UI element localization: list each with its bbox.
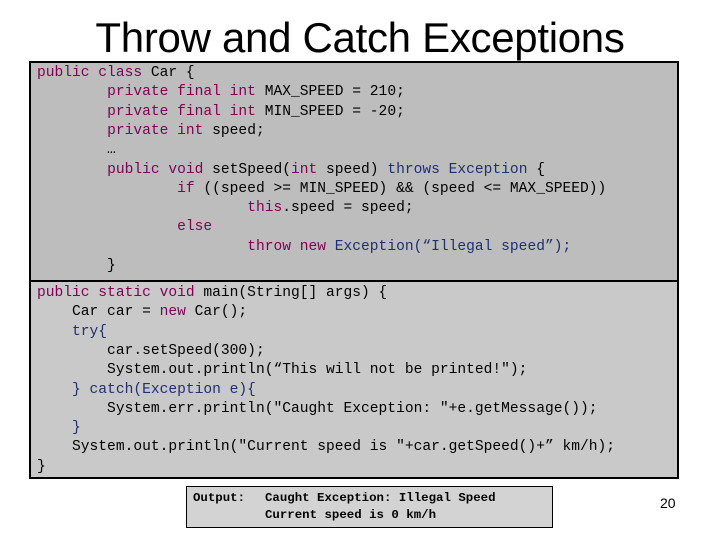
code-text: … <box>37 142 116 159</box>
code-line: if ((speed >= MIN_SPEED) && (speed <= MA… <box>37 180 606 199</box>
main-code-block: public static void main(String[] args) {… <box>29 280 679 479</box>
code-keyword: throw new <box>247 238 327 255</box>
code-text: { <box>527 161 545 178</box>
code-keyword: new <box>159 304 186 321</box>
code-keyword: private final int <box>107 103 256 120</box>
code-type: try{ <box>72 323 108 340</box>
code-line: throw new Exception(“Illegal speed”); <box>37 238 571 257</box>
output-line-2: Current speed is 0 km/h <box>265 508 437 522</box>
code-type: } catch(Exception e){ <box>72 381 256 398</box>
code-line: System.out.println("Current speed is "+c… <box>37 438 615 457</box>
code-keyword: else <box>177 219 213 236</box>
code-line: } catch(Exception e){ <box>37 381 256 400</box>
code-line: else <box>37 218 212 237</box>
code-line: System.out.println(“This will not be pri… <box>37 361 527 380</box>
code-text: } <box>37 458 46 475</box>
code-type: throws Exception <box>387 161 528 178</box>
code-text: System.err.println("Caught Exception: "+… <box>37 400 598 417</box>
code-line: private int speed; <box>37 122 265 141</box>
code-text: System.out.println(“This will not be pri… <box>37 362 528 379</box>
code-text: car.setSpeed(300); <box>37 342 265 359</box>
code-keyword: int <box>290 161 318 178</box>
code-text: Car car = <box>37 304 160 321</box>
code-text: } <box>37 258 116 274</box>
code-text: System.out.println("Current speed is "+c… <box>37 439 616 456</box>
slide-title: Throw and Catch Exceptions <box>95 14 625 61</box>
code-line: public void setSpeed(int speed) throws E… <box>37 161 545 180</box>
code-line: Car car = new Car(); <box>37 303 247 322</box>
code-line: } <box>37 257 116 276</box>
output-box: Output: Caught Exception: Illegal Speed … <box>186 486 553 528</box>
page-number: 20 <box>660 495 676 511</box>
code-keyword: public class <box>37 65 143 81</box>
code-line: this.speed = speed; <box>37 199 414 218</box>
code-line: private final int MIN_SPEED = -20; <box>37 103 405 122</box>
code-text: ((speed >= MIN_SPEED) && (speed <= MAX_S… <box>194 180 607 197</box>
code-line: System.err.println("Caught Exception: "+… <box>37 400 598 419</box>
code-type: Exception(“Illegal speed”); <box>326 238 572 255</box>
code-line: … <box>37 141 116 160</box>
output-line-1: Caught Exception: Illegal Speed <box>265 491 496 505</box>
code-keyword: if <box>177 180 195 197</box>
class-code-block: public class Car { private final int MAX… <box>29 61 679 282</box>
code-line: car.setSpeed(300); <box>37 342 265 361</box>
code-line: private final int MAX_SPEED = 210; <box>37 83 405 102</box>
code-text: speed) <box>317 161 388 178</box>
code-text: Car { <box>142 65 195 81</box>
code-text: Car(); <box>185 304 248 321</box>
code-type: } <box>72 420 81 437</box>
code-keyword: private int <box>107 122 204 139</box>
code-line: public class Car { <box>37 64 195 83</box>
code-text: MAX_SPEED = 210; <box>255 84 405 101</box>
code-keyword: public static void <box>37 285 195 301</box>
output-label: Output: <box>193 491 246 505</box>
code-text: speed; <box>203 122 265 139</box>
code-line: } <box>37 458 46 477</box>
code-keyword: this <box>247 200 283 217</box>
code-keyword: private final int <box>107 84 256 101</box>
code-keyword: public void <box>107 161 204 178</box>
code-line: try{ <box>37 323 107 342</box>
code-line: public static void main(String[] args) { <box>37 284 387 303</box>
code-text: .speed = speed; <box>282 200 414 217</box>
code-text: main(String[] args) { <box>194 285 388 301</box>
code-text: setSpeed( <box>203 161 291 178</box>
code-text: MIN_SPEED = -20; <box>255 103 405 120</box>
code-line: } <box>37 419 81 438</box>
